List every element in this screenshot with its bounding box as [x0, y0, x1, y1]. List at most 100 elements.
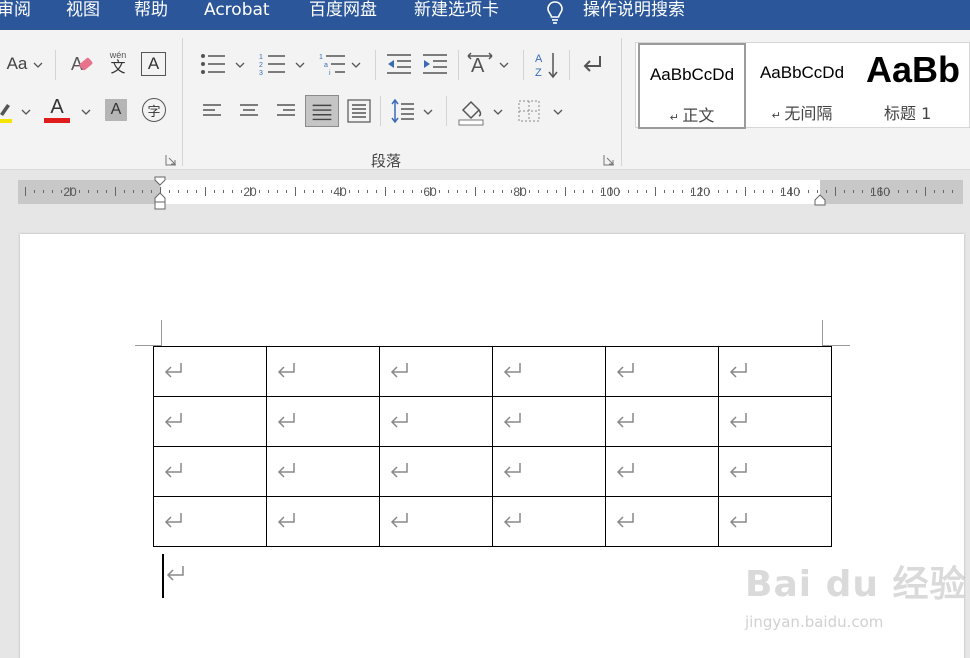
style-normal[interactable]: AaBbCcDd ↵ 正文	[638, 43, 746, 129]
separator	[458, 50, 459, 80]
table-cell[interactable]	[492, 446, 606, 497]
table-cell[interactable]	[266, 446, 380, 497]
ruler-tick	[925, 187, 926, 196]
ruler-tick	[412, 190, 413, 193]
menu-acrobat[interactable]: Acrobat	[204, 0, 270, 20]
svg-text:a: a	[324, 62, 328, 69]
increase-indent-icon[interactable]	[422, 52, 448, 76]
ruler-tick	[772, 190, 773, 193]
menu-baidu-netdisk[interactable]: 百度网盘	[309, 0, 377, 20]
table-cell[interactable]	[718, 346, 832, 397]
table-cell[interactable]	[153, 396, 267, 447]
table-cell[interactable]	[605, 446, 719, 497]
chevron-down-icon[interactable]	[235, 61, 245, 69]
table-cell[interactable]	[605, 496, 719, 547]
bullets-icon[interactable]	[199, 52, 227, 76]
ruler-tick	[322, 190, 323, 193]
table-cell[interactable]	[153, 496, 267, 547]
table-cell[interactable]	[266, 396, 380, 447]
change-case-label: Aa	[6, 54, 28, 73]
table-cell[interactable]	[266, 496, 380, 547]
ruler-tick	[718, 190, 719, 193]
horizontal-ruler[interactable]: 20 20 40 60 80 100 120 140 160	[18, 176, 963, 210]
character-shading-button[interactable]: A	[105, 99, 127, 121]
table-cell[interactable]	[605, 346, 719, 397]
paragraph-dialog-launcher-icon[interactable]	[603, 154, 615, 166]
style-heading-1[interactable]: AaBb 标题 1	[858, 43, 970, 129]
table-cell[interactable]	[153, 446, 267, 497]
table-cell[interactable]	[379, 346, 493, 397]
ruler-tick	[826, 190, 827, 193]
chevron-down-icon[interactable]	[493, 108, 503, 116]
right-indent-marker-icon[interactable]	[814, 194, 826, 206]
table-cell[interactable]	[492, 396, 606, 447]
chevron-down-icon[interactable]	[81, 108, 91, 116]
show-paragraph-marks-icon[interactable]	[580, 52, 604, 76]
chevron-down-icon[interactable]	[295, 61, 305, 69]
ruler-tick	[511, 190, 512, 193]
numbering-icon[interactable]: 123	[259, 52, 287, 76]
menu-help[interactable]: 帮助	[134, 0, 168, 20]
shading-icon[interactable]	[457, 96, 485, 126]
table-cell[interactable]	[718, 396, 832, 447]
chinese-layout-icon[interactable]: A	[466, 50, 494, 78]
table-cell[interactable]	[605, 396, 719, 447]
table-cell[interactable]	[492, 346, 606, 397]
ruler-tick	[304, 190, 305, 193]
chevron-down-icon[interactable]	[351, 61, 361, 69]
borders-icon[interactable]	[517, 99, 541, 123]
menu-view[interactable]: 视图	[66, 0, 100, 20]
svg-text:A: A	[471, 55, 485, 77]
chevron-down-icon[interactable]	[21, 108, 31, 116]
watermark-url: jingyan.baidu.com	[745, 613, 884, 631]
paragraph-mark-icon	[503, 513, 521, 528]
style-no-spacing-preview: AaBbCcDd	[759, 63, 845, 82]
separator	[523, 50, 524, 80]
highlighter-icon[interactable]	[0, 98, 14, 126]
document-table[interactable]	[153, 346, 832, 547]
font-dialog-launcher-icon[interactable]	[165, 154, 177, 166]
table-cell[interactable]	[718, 446, 832, 497]
ruler-tick	[277, 190, 278, 193]
paragraph-mark-icon	[616, 463, 634, 478]
ruler-tick	[484, 190, 485, 193]
ruler-tick	[115, 187, 116, 196]
line-spacing-icon[interactable]	[390, 98, 416, 124]
chevron-down-icon[interactable]	[423, 108, 433, 116]
justify-icon[interactable]	[305, 95, 339, 127]
chevron-down-icon[interactable]	[553, 108, 563, 116]
table-cell[interactable]	[492, 496, 606, 547]
paragraph-mark-icon	[729, 363, 747, 378]
align-center-icon[interactable]	[236, 100, 262, 122]
table-cell[interactable]	[266, 346, 380, 397]
menu-review[interactable]: 审阅	[0, 0, 31, 20]
table-cell[interactable]	[379, 496, 493, 547]
table-cell[interactable]	[718, 496, 832, 547]
enclose-characters-button[interactable]: 字	[142, 98, 166, 122]
multilevel-list-icon[interactable]: 1ai	[319, 52, 347, 76]
phonetic-guide-button[interactable]: wén 文	[104, 48, 132, 78]
decrease-indent-icon[interactable]	[386, 52, 412, 76]
font-color-button[interactable]: A	[44, 94, 70, 124]
align-right-icon[interactable]	[273, 100, 299, 122]
change-case-button[interactable]: Aa	[2, 52, 32, 76]
ruler-label: 80	[513, 185, 527, 199]
indent-markers-icon[interactable]	[154, 176, 166, 210]
clear-formatting-icon[interactable]: A	[68, 50, 96, 78]
baidu-jingyan-watermark: Bai du 经验 jingyan.baidu.com	[745, 555, 970, 658]
ruler-tick	[394, 190, 395, 193]
tell-me-search[interactable]: 操作说明搜索	[583, 0, 685, 20]
ruler-tick	[385, 187, 386, 196]
character-border-button[interactable]: A	[141, 52, 166, 76]
style-no-spacing[interactable]: AaBbCcDd ↵ 无间隔	[748, 43, 856, 129]
align-left-icon[interactable]	[199, 100, 225, 122]
table-row	[153, 496, 832, 547]
menu-new-tab[interactable]: 新建选项卡	[414, 0, 499, 20]
distributed-icon[interactable]	[346, 98, 372, 124]
table-cell[interactable]	[153, 346, 267, 397]
sort-icon[interactable]: AZ	[533, 50, 561, 80]
table-cell[interactable]	[379, 446, 493, 497]
chevron-down-icon[interactable]	[499, 61, 509, 69]
table-cell[interactable]	[379, 396, 493, 447]
chevron-down-icon[interactable]	[33, 61, 43, 69]
